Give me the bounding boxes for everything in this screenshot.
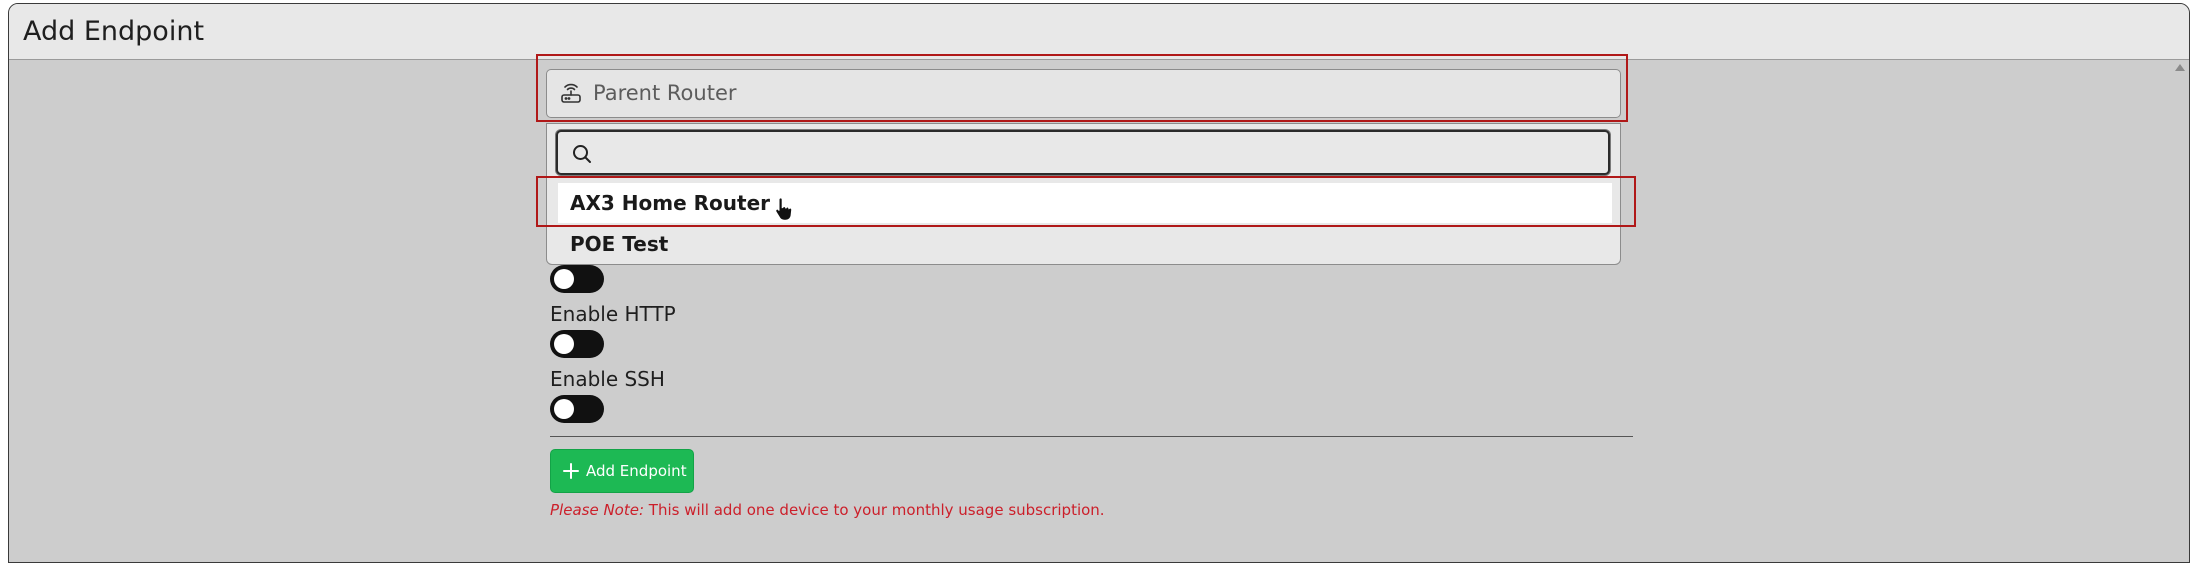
router-search-input[interactable] xyxy=(602,136,1592,169)
hand-cursor-icon xyxy=(775,197,793,221)
page-title: Add Endpoint xyxy=(23,16,205,47)
router-option-poe-test[interactable]: POE Test xyxy=(558,225,1612,263)
enable-http-label: Enable HTTP xyxy=(550,302,676,326)
search-icon xyxy=(573,145,591,163)
divider xyxy=(550,436,1633,437)
router-search-box[interactable] xyxy=(556,130,1610,175)
parent-router-placeholder: Parent Router xyxy=(593,81,737,105)
note-text: This will add one device to your monthly… xyxy=(644,501,1105,519)
scroll-up-arrow-icon[interactable] xyxy=(2175,64,2185,71)
toggle-hidden-option[interactable] xyxy=(550,265,604,293)
plus-icon xyxy=(563,463,579,479)
enable-ssh-label: Enable SSH xyxy=(550,367,665,391)
router-icon xyxy=(561,83,581,103)
usage-note: Please Note: This will add one device to… xyxy=(550,501,1105,519)
toggle-knob xyxy=(554,269,574,289)
router-option-ax3-home-router[interactable]: AX3 Home Router xyxy=(558,183,1612,223)
toggle-knob xyxy=(554,399,574,419)
add-endpoint-button[interactable]: Add Endpoint xyxy=(550,449,694,493)
parent-router-select[interactable]: Parent Router xyxy=(546,69,1621,118)
note-prefix: Please Note: xyxy=(550,501,645,519)
add-endpoint-button-label: Add Endpoint xyxy=(586,462,687,480)
enable-http-toggle[interactable] xyxy=(550,330,604,358)
titlebar: Add Endpoint xyxy=(9,4,2189,60)
toggle-knob xyxy=(554,334,574,354)
enable-ssh-toggle[interactable] xyxy=(550,395,604,423)
